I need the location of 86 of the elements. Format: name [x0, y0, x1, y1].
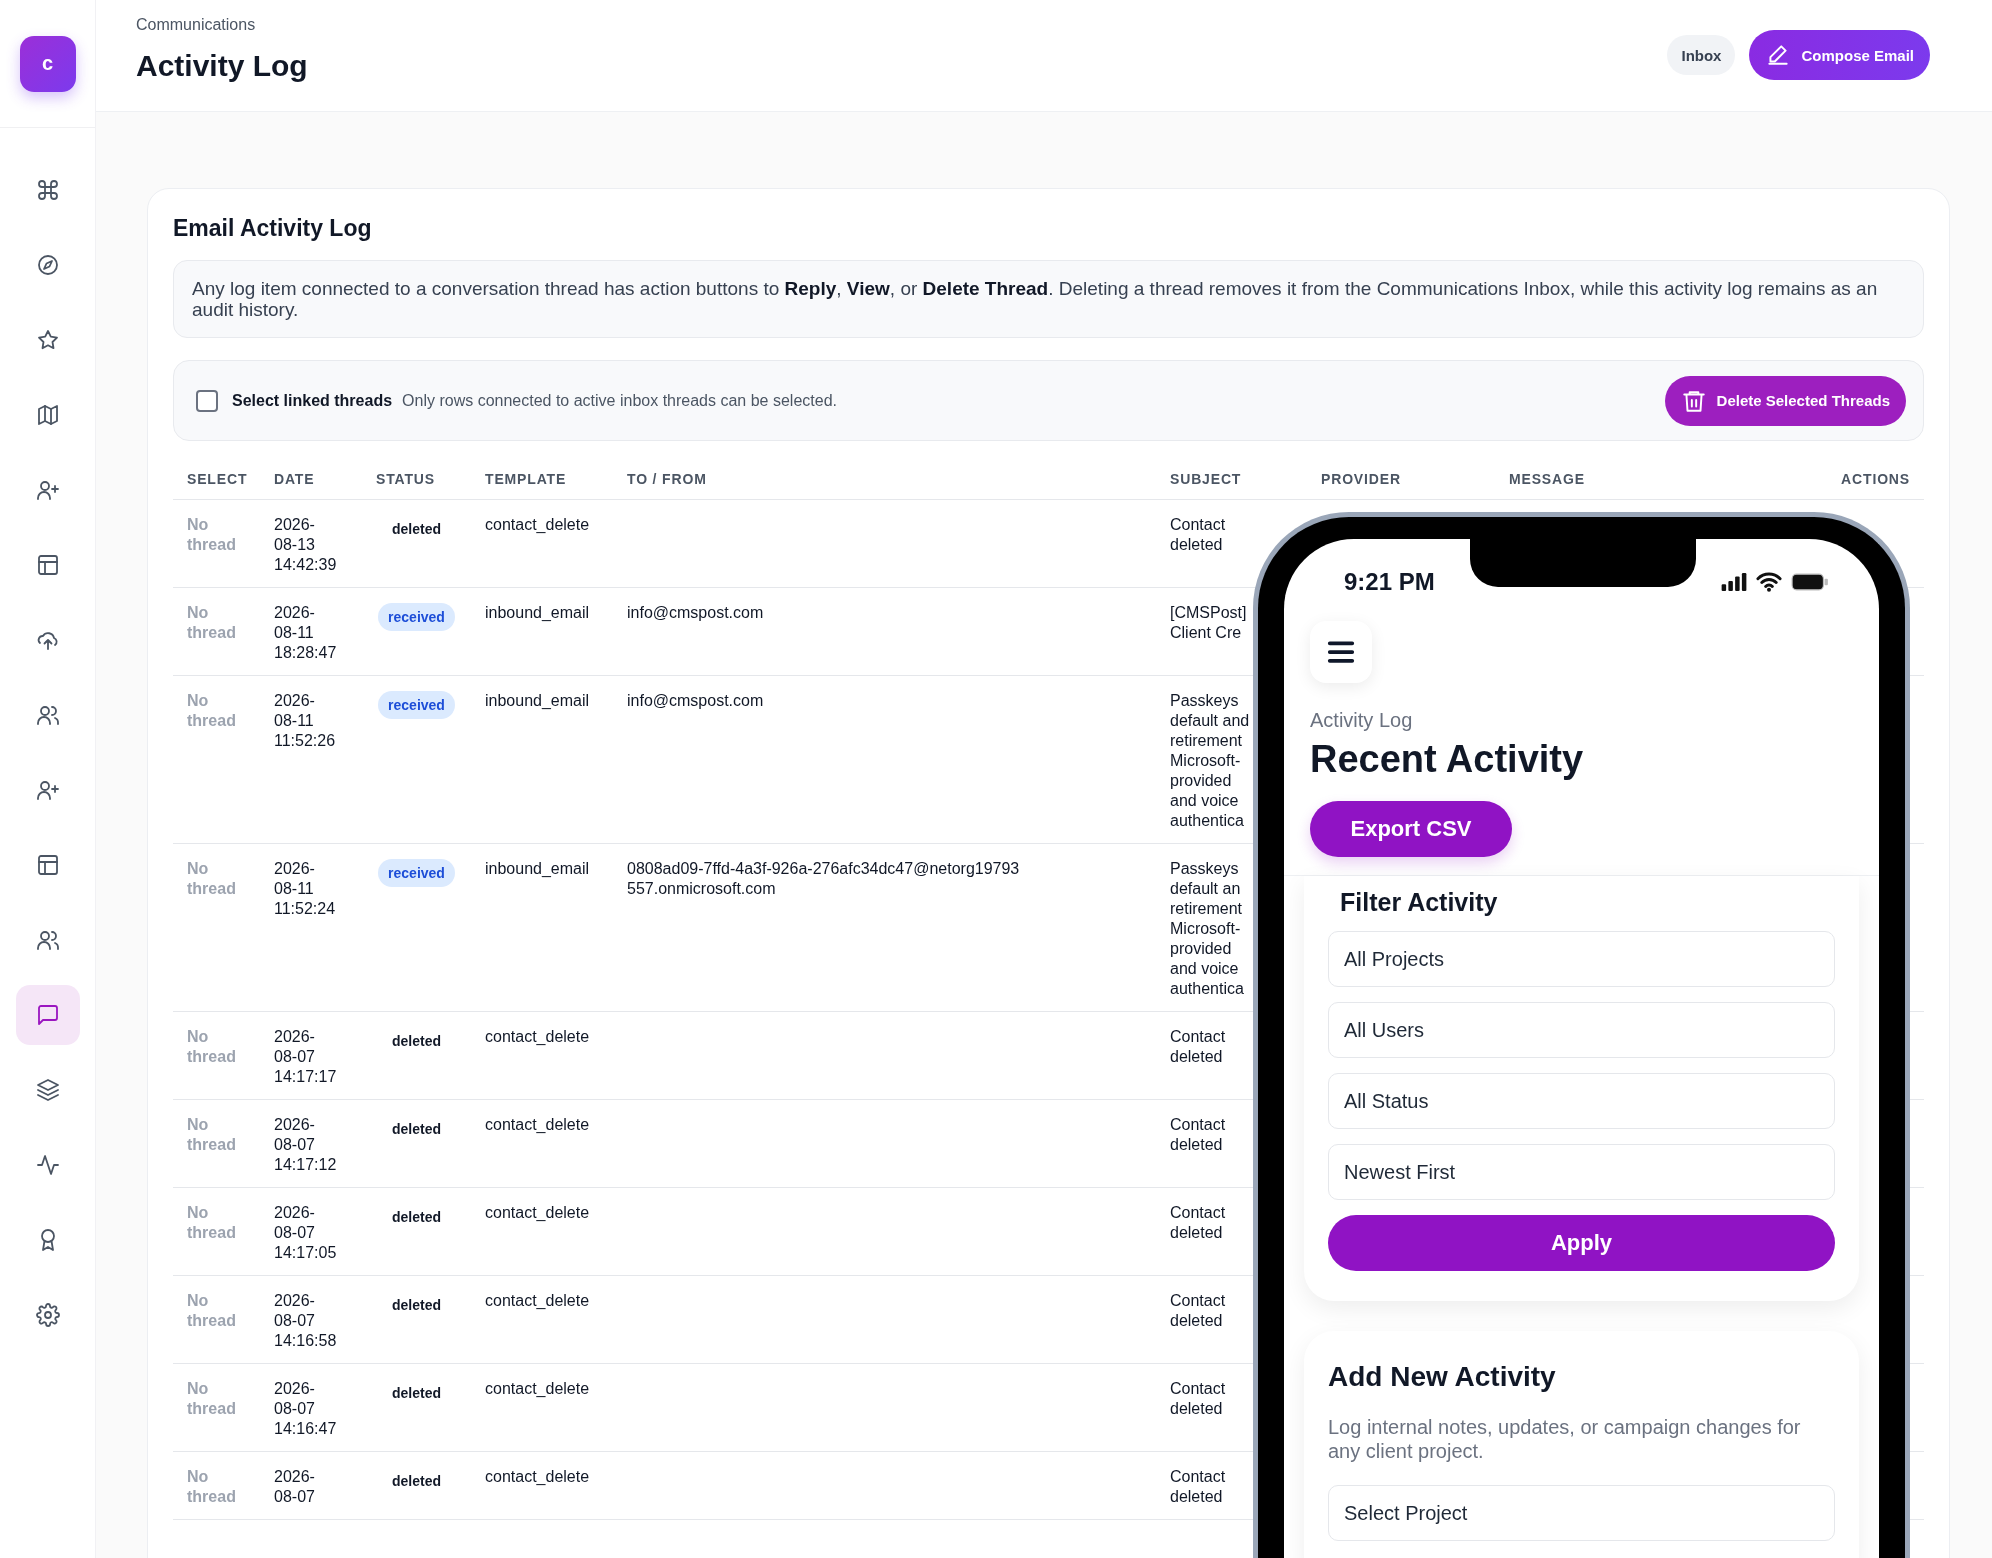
- subject-cell-text: [CMSPost] Client Cre: [1170, 603, 1248, 643]
- column-header: DATE: [274, 471, 315, 487]
- template-cell: contact_delete: [485, 1380, 590, 1397]
- checkbox-label[interactable]: Select linked threads: [232, 391, 393, 410]
- column-header: MESSAGE: [1509, 471, 1585, 487]
- select-field[interactable]: Newest First: [1328, 1144, 1835, 1200]
- sidebar-item[interactable]: [15, 985, 80, 1045]
- status-label: deleted: [391, 1208, 442, 1227]
- select-field[interactable]: All Users: [1328, 1002, 1835, 1058]
- status-label: deleted: [391, 1384, 442, 1403]
- pulse-icon: [35, 1153, 60, 1177]
- address-cell-text: 0808ad09-7ffd-4a3f-926a-276afc34dc47@netorg19793557.onmicrosoft.com: [627, 859, 1021, 899]
- settings-icon: [35, 1303, 60, 1327]
- status-label: deleted: [391, 1296, 442, 1315]
- chat-icon: [35, 1003, 60, 1027]
- compose-button[interactable]: Compose Email: [1749, 30, 1930, 80]
- template-cell: contact_delete: [485, 1468, 590, 1485]
- subject-cell-text: Contact deleted: [1170, 1291, 1227, 1331]
- date-cell-text: 2026-08-07: [274, 1467, 316, 1507]
- user-plus-icon: [35, 478, 60, 502]
- column-header: TO / FROM: [627, 471, 707, 487]
- column-header: PROVIDER: [1321, 471, 1401, 487]
- template-cell: contact_delete: [485, 516, 590, 533]
- apply-button[interactable]: Apply: [1328, 1215, 1835, 1271]
- address-cell-text: info@cmspost.com: [627, 691, 765, 711]
- inbox-button[interactable]: Inbox: [1667, 35, 1736, 75]
- export-csv-button[interactable]: Export CSV: [1310, 801, 1512, 857]
- card-title: Add New Activity: [1328, 1361, 1557, 1393]
- hint-text: Only rows connected to active inbox threads can be selected.: [402, 391, 837, 410]
- status-badge: received: [378, 603, 455, 631]
- layout-icon: [35, 553, 60, 577]
- status-label: deleted: [391, 520, 442, 539]
- breadcrumb[interactable]: Communications: [136, 16, 308, 34]
- app-logo[interactable]: c: [19, 35, 76, 92]
- template-cell: inbound_email: [485, 604, 590, 621]
- signal-icon: [1721, 573, 1747, 591]
- subject-cell-text: Contact deleted: [1170, 1203, 1227, 1243]
- column-header: SUBJECT: [1170, 471, 1242, 487]
- screen-title: Recent Activity: [1310, 738, 1585, 781]
- card-title: Email Activity Log: [173, 215, 373, 242]
- screen-subtitle: Activity Log: [1310, 709, 1414, 732]
- layers-icon: [35, 1078, 60, 1102]
- command-icon: [35, 178, 60, 202]
- user-plus-icon: [35, 778, 60, 802]
- column-header: ACTIONS: [1841, 471, 1910, 487]
- template-cell: inbound_email: [485, 860, 590, 877]
- subject-cell-text: Contact deleted: [1170, 1467, 1227, 1507]
- template-cell: contact_delete: [485, 1204, 590, 1221]
- select-field[interactable]: All Projects: [1328, 931, 1835, 987]
- delete-selected-button[interactable]: Delete Selected Threads: [1664, 375, 1906, 426]
- select-field[interactable]: All Status: [1328, 1073, 1835, 1129]
- card-title: Filter Activity: [1339, 888, 1499, 917]
- subject-cell-text: Contact deleted: [1170, 1027, 1227, 1067]
- wifi-icon: [1755, 572, 1783, 592]
- status-badge: received: [378, 691, 455, 719]
- battery-icon: [1791, 573, 1829, 591]
- template-cell: contact_delete: [485, 1292, 590, 1309]
- layout-icon: [35, 853, 60, 877]
- subject-cell-text: Contact deleted: [1170, 1379, 1227, 1419]
- status-label: deleted: [391, 1032, 442, 1051]
- status-badge: received: [378, 859, 455, 887]
- info-notice: Any log item connected to a conversation thread has action buttons to Reply, View, or Delete Thread. Deleting a thread removes it from the Communications Inbox, while this activity log remains as an audit history.: [173, 260, 1924, 338]
- column-header: SELECT: [187, 471, 248, 487]
- subject-cell-text: Contact deleted: [1170, 1115, 1227, 1155]
- column-header: TEMPLATE: [485, 471, 567, 487]
- card-description: Log internal notes, updates, or campaign changes for any client project.: [1328, 1415, 1802, 1463]
- status-label: deleted: [391, 1120, 442, 1139]
- template-cell: contact_delete: [485, 1116, 590, 1133]
- address-cell-text: info@cmspost.com: [627, 603, 765, 623]
- menu-button[interactable]: [1310, 621, 1372, 683]
- page-title: Activity Log: [136, 49, 308, 83]
- users-icon: [35, 703, 60, 727]
- select-field[interactable]: Select Project: [1328, 1485, 1835, 1541]
- subject-cell-text: Passkeys default an retirement Microsoft- provided and voice authentica: [1170, 859, 1245, 999]
- template-cell: contact_delete: [485, 1028, 590, 1045]
- checkbox[interactable]: [196, 389, 218, 412]
- column-header: STATUS: [376, 471, 435, 487]
- compass-icon: [35, 253, 60, 277]
- users-icon: [35, 928, 60, 952]
- template-cell: inbound_email: [485, 692, 590, 709]
- status-time: 9:21 PM: [1344, 568, 1435, 596]
- subject-cell-text: Passkeys default and retirement Microsoft- provided and voice authentica: [1170, 691, 1251, 831]
- status-label: deleted: [391, 1472, 442, 1491]
- subject-cell-text: Contact deleted: [1170, 515, 1227, 555]
- star-icon: [35, 328, 60, 352]
- map-icon: [35, 403, 60, 427]
